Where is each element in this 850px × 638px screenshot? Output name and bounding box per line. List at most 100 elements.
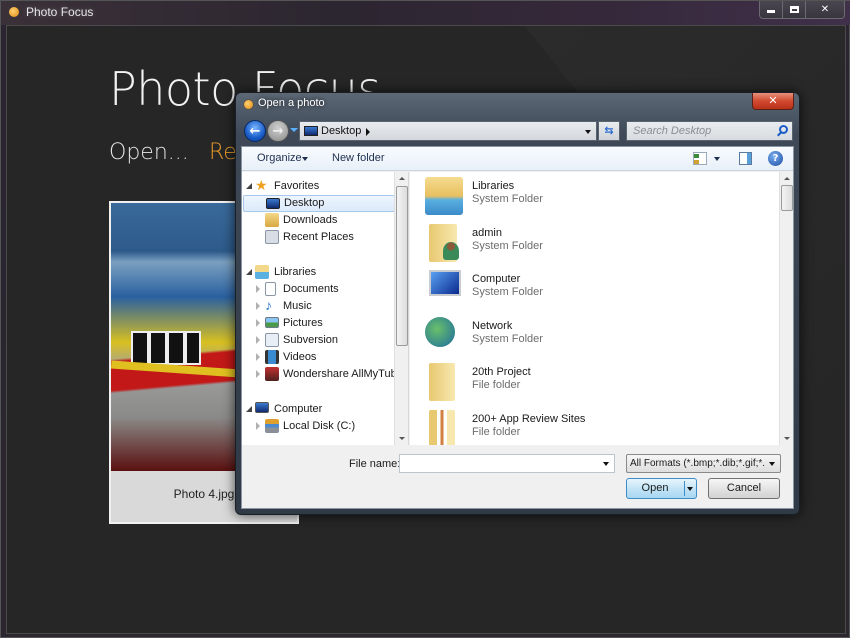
- desktop-icon: [266, 198, 280, 209]
- preview-pane-icon[interactable]: [739, 152, 752, 165]
- file-list: Libraries System Folder admin System Fol…: [410, 172, 793, 445]
- change-view-icon[interactable]: [693, 152, 707, 165]
- expand-arrow-icon[interactable]: [256, 370, 260, 378]
- nav-item-desktop[interactable]: Desktop: [243, 195, 395, 212]
- scroll-thumb[interactable]: [396, 186, 408, 346]
- scroll-up-icon[interactable]: [399, 177, 405, 180]
- split-divider: [684, 481, 685, 496]
- scroll-thumb[interactable]: [781, 185, 793, 211]
- search-icon[interactable]: [779, 125, 788, 134]
- dialog-close-button[interactable]: ✕: [752, 93, 794, 110]
- expand-arrow-icon[interactable]: [246, 269, 252, 275]
- nav-item-libraries[interactable]: Libraries: [242, 264, 394, 281]
- back-button[interactable]: ←: [244, 120, 266, 142]
- expand-arrow-icon[interactable]: [256, 285, 260, 293]
- refresh-icon: ⇆: [604, 124, 614, 137]
- nav-item-local-disk[interactable]: Local Disk (C:): [242, 418, 394, 435]
- documents-icon: [265, 282, 276, 296]
- nav-item-favorites[interactable]: ★ Favorites: [242, 178, 394, 195]
- expand-arrow-icon[interactable]: [256, 353, 260, 361]
- nav-item-recent-places[interactable]: Recent Places: [242, 229, 394, 246]
- forward-button[interactable]: →: [267, 120, 289, 142]
- file-item[interactable]: 200+ App Review Sites File folder: [425, 408, 765, 445]
- network-icon: [425, 317, 455, 347]
- nav-item-wondershare[interactable]: Wondershare AllMyTube: [242, 366, 403, 383]
- open-options-dropdown[interactable]: [687, 487, 693, 491]
- open-button-label: Open: [641, 482, 669, 494]
- pictures-icon: [265, 317, 279, 328]
- nav-item-documents[interactable]: Documents: [242, 281, 394, 298]
- computer-icon: [429, 270, 461, 296]
- file-name-label: File name:: [349, 458, 401, 470]
- libraries-folder-icon: [425, 177, 463, 215]
- recent-locations-dropdown[interactable]: [290, 128, 298, 132]
- organize-button[interactable]: Organize: [257, 152, 302, 164]
- open-photo-dialog: Open a photo ✕ ← → Desktop ⇆ Search Desk…: [235, 92, 800, 515]
- file-name-input[interactable]: [399, 454, 615, 473]
- file-item[interactable]: admin System Folder: [425, 222, 765, 266]
- nav-item-computer[interactable]: Computer: [242, 401, 394, 418]
- navigation-pane: ★ Favorites Desktop Downloads Recent Pla…: [242, 172, 409, 445]
- dialog-app-icon: [243, 99, 254, 110]
- file-type-select[interactable]: All Formats (*.bmp;*.dib;*.gif;*.: [626, 454, 781, 473]
- nav-item-pictures[interactable]: Pictures: [242, 315, 394, 332]
- search-input[interactable]: Search Desktop: [626, 121, 793, 141]
- file-list-scrollbar[interactable]: [779, 172, 793, 445]
- new-folder-button[interactable]: New folder: [332, 152, 385, 164]
- search-placeholder: Search Desktop: [633, 125, 712, 137]
- chevron-down-icon[interactable]: [302, 157, 308, 161]
- breadcrumb-chevron-icon[interactable]: [366, 128, 370, 136]
- open-button[interactable]: Open: [626, 478, 697, 499]
- wondershare-icon: [265, 367, 279, 381]
- file-type-value: All Formats (*.bmp;*.dib;*.gif;*.: [630, 458, 766, 469]
- scroll-up-icon[interactable]: [784, 177, 790, 180]
- address-bar[interactable]: Desktop: [299, 121, 597, 141]
- videos-icon: [265, 350, 279, 364]
- nav-pane-scrollbar[interactable]: [394, 172, 408, 445]
- maximize-button[interactable]: [783, 1, 806, 18]
- nav-item-subversion[interactable]: Subversion: [242, 332, 394, 349]
- open-link[interactable]: Open...: [109, 140, 189, 165]
- subversion-icon: [265, 333, 279, 347]
- refresh-button[interactable]: ⇆: [598, 121, 620, 141]
- folder-icon: [429, 410, 455, 445]
- nav-item-videos[interactable]: Videos: [242, 349, 394, 366]
- file-item[interactable]: 20th Project File folder: [425, 361, 765, 405]
- file-item[interactable]: Network System Folder: [425, 315, 765, 359]
- file-item[interactable]: Computer System Folder: [425, 268, 765, 312]
- app-window-title: Photo Focus: [26, 5, 94, 19]
- downloads-icon: [265, 213, 279, 227]
- scroll-down-icon[interactable]: [399, 437, 405, 440]
- minimize-button[interactable]: [760, 1, 783, 18]
- view-options-dropdown[interactable]: [714, 157, 720, 161]
- computer-icon: [255, 402, 269, 413]
- expand-arrow-icon[interactable]: [256, 302, 260, 310]
- close-icon: ✕: [820, 4, 830, 15]
- nav-item-music[interactable]: ♪ Music: [242, 298, 394, 315]
- dialog-title: Open a photo: [258, 97, 325, 109]
- expand-arrow-icon[interactable]: [256, 336, 260, 344]
- local-disk-icon: [265, 419, 279, 433]
- close-icon: ✕: [768, 94, 778, 107]
- nav-item-downloads[interactable]: Downloads: [242, 212, 394, 229]
- address-dropdown-icon[interactable]: [585, 130, 591, 134]
- address-location[interactable]: Desktop: [321, 125, 361, 137]
- maximize-icon: [789, 6, 799, 13]
- libraries-icon: [255, 265, 269, 279]
- photo-boat-windows: [131, 331, 201, 365]
- file-item[interactable]: Libraries System Folder: [425, 175, 765, 219]
- expand-arrow-icon[interactable]: [246, 406, 252, 412]
- cancel-button[interactable]: Cancel: [708, 478, 780, 499]
- expand-arrow-icon[interactable]: [246, 183, 252, 189]
- close-button[interactable]: ✕: [806, 1, 844, 18]
- dialog-body: Organize New folder ? ★ Favorites Deskto…: [241, 146, 794, 509]
- user-avatar-icon: [443, 242, 459, 260]
- chevron-down-icon: [769, 462, 775, 466]
- window-controls: ✕: [759, 1, 845, 19]
- scroll-down-icon[interactable]: [784, 437, 790, 440]
- folder-icon: [429, 363, 455, 401]
- expand-arrow-icon[interactable]: [256, 422, 260, 430]
- expand-arrow-icon[interactable]: [256, 319, 260, 327]
- chevron-down-icon[interactable]: [603, 462, 609, 466]
- help-icon[interactable]: ?: [768, 151, 783, 166]
